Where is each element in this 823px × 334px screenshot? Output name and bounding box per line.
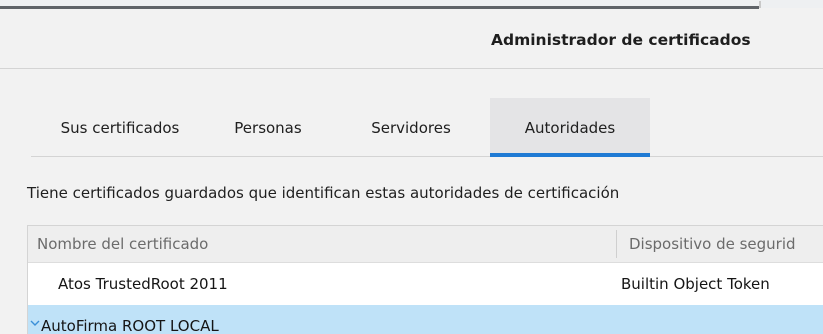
divider bbox=[759, 1, 761, 8]
dialog-titlebar: Administrador de certificados bbox=[0, 9, 823, 69]
security-device-cell: Builtin Object Token bbox=[621, 275, 770, 293]
tab-sus-certificados[interactable]: Sus certificados bbox=[31, 98, 209, 156]
tab-label: Sus certificados bbox=[60, 119, 180, 137]
certificate-group-name-cell: AutoFirma ROOT LOCAL bbox=[41, 317, 219, 334]
tab-personas[interactable]: Personas bbox=[209, 98, 327, 156]
table-row[interactable]: Atos TrustedRoot 2011 Builtin Object Tok… bbox=[28, 263, 823, 305]
certificate-manager-window: Administrador de certificados Sus certif… bbox=[0, 0, 823, 334]
tab-label: Servidores bbox=[371, 119, 451, 137]
column-divider[interactable] bbox=[616, 230, 617, 258]
tab-label: Personas bbox=[234, 119, 302, 137]
active-tab-indicator bbox=[490, 153, 650, 157]
dialog-title: Administrador de certificados bbox=[491, 31, 751, 49]
certificate-name-cell: Atos TrustedRoot 2011 bbox=[58, 275, 228, 293]
table-header: Nombre del certificado Dispositivo de se… bbox=[28, 226, 823, 263]
certificates-table: Nombre del certificado Dispositivo de se… bbox=[27, 225, 823, 334]
table-row-selected[interactable]: AutoFirma ROOT LOCAL bbox=[28, 305, 823, 334]
tab-label: Autoridades bbox=[524, 119, 616, 137]
column-header-security-device[interactable]: Dispositivo de segurid bbox=[629, 226, 823, 262]
column-header-certificate-name[interactable]: Nombre del certificado bbox=[37, 226, 607, 262]
tab-servidores[interactable]: Servidores bbox=[341, 98, 481, 156]
chevron-down-icon[interactable] bbox=[30, 319, 40, 327]
description-text: Tiene certificados guardados que identif… bbox=[27, 184, 620, 202]
tab-autoridades[interactable]: Autoridades bbox=[490, 98, 650, 157]
tab-bar: Sus certificados Personas Servidores Aut… bbox=[31, 98, 823, 157]
window-top-strip bbox=[0, 0, 823, 9]
